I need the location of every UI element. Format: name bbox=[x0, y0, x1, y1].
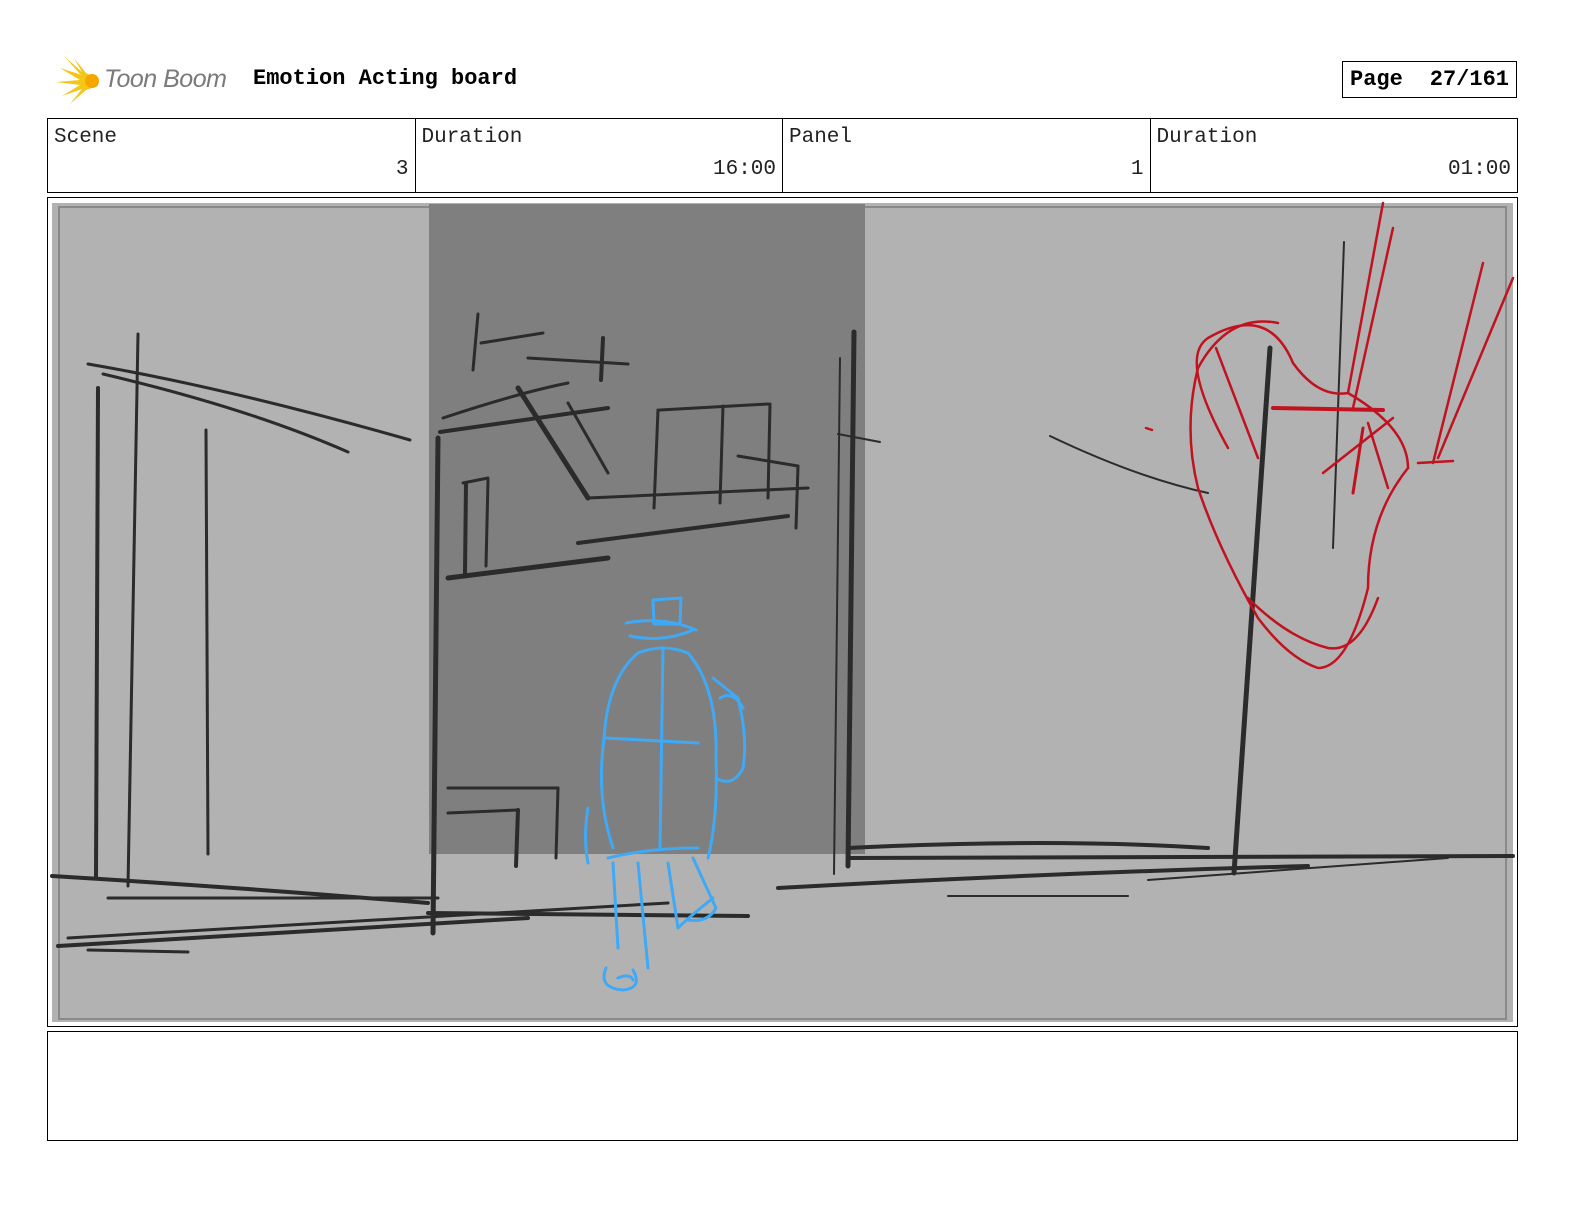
scene-duration-value: 16:00 bbox=[712, 158, 776, 181]
panel-sketch bbox=[50, 201, 1515, 1022]
panel-label: Panel bbox=[789, 126, 853, 149]
scene-label: Scene bbox=[54, 126, 118, 149]
notes-box bbox=[47, 1031, 1518, 1141]
logo-text: Toon Boom bbox=[104, 65, 227, 93]
page-label: Page bbox=[1350, 67, 1403, 92]
scene-duration-cell: Duration 16:00 bbox=[416, 119, 783, 192]
scene-value: 3 bbox=[395, 158, 409, 181]
panel-duration-label: Duration bbox=[1156, 126, 1258, 149]
starburst-icon bbox=[54, 56, 99, 104]
panel-duration-cell: Duration 01:00 bbox=[1151, 119, 1518, 192]
page-number: 27/161 bbox=[1429, 67, 1509, 92]
scene-info-table: Scene 3 Duration 16:00 Panel 1 Duration … bbox=[47, 118, 1518, 193]
page-indicator: Page 27/161 bbox=[1342, 61, 1517, 98]
alley-shadow bbox=[429, 204, 865, 854]
scene-cell: Scene 3 bbox=[48, 119, 416, 192]
panel-value: 1 bbox=[1130, 158, 1144, 181]
scene-duration-label: Duration bbox=[421, 126, 523, 149]
panel-cell: Panel 1 bbox=[783, 119, 1151, 192]
board-title: Emotion Acting board bbox=[253, 66, 518, 91]
storyboard-panel bbox=[47, 197, 1518, 1027]
toon-boom-logo: Toon Boom bbox=[52, 56, 242, 106]
panel-duration-value: 01:00 bbox=[1447, 158, 1511, 181]
